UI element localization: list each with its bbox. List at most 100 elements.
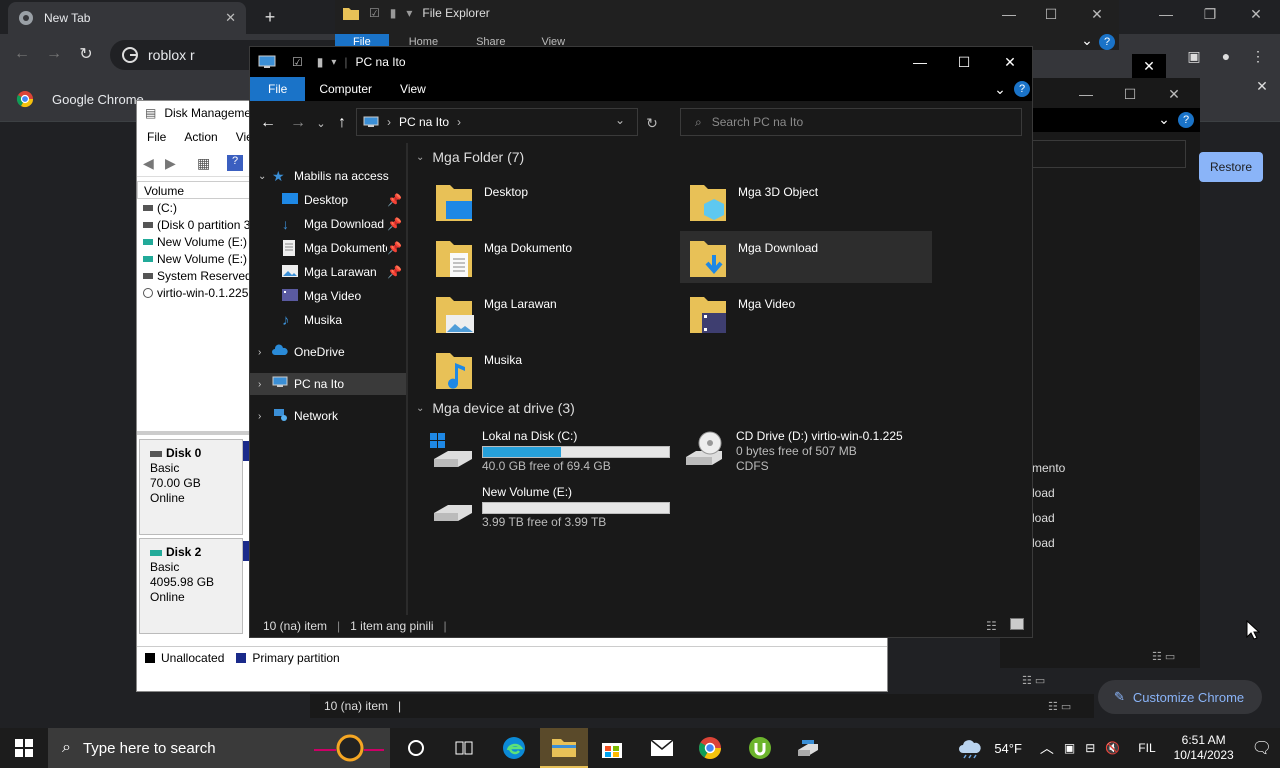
- cortana-icon[interactable]: [392, 728, 440, 768]
- menu-file[interactable]: File: [137, 127, 174, 149]
- folder-downloads[interactable]: Mga Download: [680, 231, 932, 283]
- chevron-right-icon[interactable]: ›: [258, 379, 272, 390]
- minimize-icon[interactable]: —: [1076, 84, 1096, 104]
- pin-icon[interactable]: 📌: [387, 265, 406, 279]
- nav-documents[interactable]: Mga Dokumento 📌: [250, 237, 406, 259]
- file-explorer-taskbar-icon[interactable]: [540, 728, 588, 768]
- menu-icon[interactable]: ⋮: [1248, 46, 1268, 66]
- nav-quick-access[interactable]: ⌄ ★ Mabilis na access: [250, 165, 406, 187]
- disk-2-info[interactable]: Disk 2 Basic 4095.98 GB Online: [139, 538, 243, 634]
- chevron-down-icon[interactable]: ⌄: [258, 171, 272, 182]
- nav-pictures[interactable]: Mga Larawan 📌: [250, 261, 406, 283]
- help-icon[interactable]: ?: [1099, 34, 1115, 50]
- forward-icon[interactable]: ▶: [165, 155, 176, 172]
- notifications-icon[interactable]: 🗨: [1252, 738, 1272, 758]
- utorrent-icon[interactable]: [736, 728, 784, 768]
- language-indicator[interactable]: FIL: [1138, 741, 1155, 755]
- nav-music[interactable]: ♪ Musika: [250, 309, 406, 331]
- list-item[interactable]: mento: [1032, 456, 1065, 481]
- pin-icon[interactable]: 📌: [387, 241, 406, 255]
- reload-icon[interactable]: ↻: [76, 44, 96, 64]
- close-icon[interactable]: ✕: [1087, 4, 1107, 24]
- nav-this-pc[interactable]: › PC na Ito: [250, 373, 406, 395]
- tab-computer[interactable]: Computer: [305, 77, 386, 101]
- tab-file[interactable]: File: [250, 77, 306, 101]
- drive-d[interactable]: CD Drive (D:) virtio-win-0.1.225 0 bytes…: [684, 429, 984, 481]
- minimize-icon[interactable]: —: [999, 4, 1019, 24]
- start-button[interactable]: [0, 728, 48, 768]
- help-icon[interactable]: ?: [1014, 81, 1030, 97]
- refresh-icon[interactable]: ↻: [642, 113, 662, 133]
- chevron-down-icon[interactable]: ⌄: [1156, 111, 1172, 127]
- close-icon[interactable]: ✕: [225, 10, 236, 26]
- weather-temp[interactable]: 54°F: [994, 741, 1022, 756]
- drive-c[interactable]: Lokal na Disk (C:) 40.0 GB free of 69.4 …: [430, 429, 680, 481]
- chevron-down-icon[interactable]: ⌄: [615, 113, 625, 127]
- mail-icon[interactable]: [638, 728, 686, 768]
- help-icon[interactable]: ?: [1178, 112, 1194, 128]
- back-icon[interactable]: ◀: [143, 155, 154, 172]
- tab-view[interactable]: View: [386, 77, 440, 101]
- help-icon[interactable]: ?: [227, 155, 243, 171]
- details-view-icon[interactable]: ☷: [986, 619, 997, 633]
- chevron-down-icon[interactable]: ⌄: [992, 81, 1008, 97]
- pin-icon[interactable]: 📌: [387, 193, 406, 207]
- network-icon[interactable]: ⊟: [1085, 741, 1095, 755]
- chevron-down-icon[interactable]: ⌄: [416, 152, 424, 163]
- close-icon[interactable]: ✕: [1000, 51, 1020, 73]
- maximize-icon[interactable]: ☐: [1120, 84, 1140, 104]
- list-item[interactable]: load: [1032, 506, 1065, 531]
- minimize-icon[interactable]: —: [910, 51, 930, 73]
- folders-group-header[interactable]: ⌄ Mga Folder (7): [416, 149, 524, 165]
- restore-button[interactable]: Restore: [1199, 152, 1263, 182]
- weather-icon[interactable]: [958, 737, 984, 759]
- edge-icon[interactable]: [490, 728, 538, 768]
- menu-action[interactable]: Action: [174, 127, 225, 149]
- chevron-right-icon[interactable]: ›: [258, 347, 272, 358]
- nav-desktop[interactable]: Desktop 📌: [250, 189, 406, 211]
- close-icon[interactable]: ✕: [1164, 84, 1184, 104]
- forward-icon[interactable]: →: [288, 113, 308, 133]
- list-item[interactable]: load: [1032, 481, 1065, 506]
- task-view-icon[interactable]: [440, 728, 488, 768]
- up-icon[interactable]: ↑: [332, 113, 352, 133]
- maximize-icon[interactable]: ☐: [1041, 4, 1061, 24]
- profile-icon[interactable]: ●: [1216, 46, 1236, 66]
- folder-pictures[interactable]: Mga Larawan: [430, 291, 678, 343]
- chevron-right-icon[interactable]: ›: [258, 411, 272, 422]
- breadcrumb[interactable]: PC na Ito: [399, 115, 449, 129]
- chrome-taskbar-icon[interactable]: [686, 728, 734, 768]
- back-icon[interactable]: ←: [12, 44, 32, 64]
- nav-videos[interactable]: Mga Video: [250, 285, 406, 307]
- back-icon[interactable]: ←: [258, 113, 278, 133]
- forward-icon[interactable]: →: [44, 44, 64, 64]
- devices-group-header[interactable]: ⌄ Mga device at drive (3): [416, 400, 575, 416]
- nav-downloads[interactable]: ↓ Mga Download 📌: [250, 213, 406, 235]
- pin-icon[interactable]: 📌: [387, 217, 406, 231]
- volume-muted-icon[interactable]: 🔇: [1105, 741, 1120, 755]
- checkbox-icon[interactable]: ☑: [292, 55, 303, 69]
- document-icon[interactable]: ▮: [317, 55, 324, 69]
- bookmark-item[interactable]: Google Chrome: [16, 90, 144, 108]
- maximize-icon[interactable]: ☐: [954, 51, 974, 73]
- minimize-icon[interactable]: —: [1154, 4, 1178, 24]
- properties-icon[interactable]: ▦: [197, 155, 210, 172]
- folder-videos[interactable]: Mga Video: [684, 291, 932, 343]
- restore-icon[interactable]: ❐: [1198, 4, 1222, 24]
- details-view-icon[interactable]: ☷ ▭: [1152, 650, 1175, 663]
- taskbar-search-input[interactable]: ⌕ Type here to search: [48, 728, 390, 768]
- large-icons-view-icon[interactable]: [1010, 618, 1024, 630]
- folder-3d-objects[interactable]: Mga 3D Object: [684, 179, 932, 231]
- recent-locations-icon[interactable]: ⌄: [314, 113, 328, 133]
- folder-music[interactable]: Musika: [430, 347, 678, 399]
- close-icon[interactable]: ✕: [1252, 76, 1272, 96]
- list-item[interactable]: load: [1032, 531, 1065, 556]
- chrome-tab[interactable]: New Tab ✕: [8, 2, 246, 34]
- new-tab-button[interactable]: +: [258, 6, 282, 28]
- details-view-icon[interactable]: ☷ ▭: [1048, 700, 1071, 713]
- sidebar-icon[interactable]: ▣: [1184, 46, 1204, 66]
- nav-network[interactable]: › Network: [250, 405, 406, 427]
- chevron-up-icon[interactable]: ︿: [1040, 738, 1054, 758]
- close-icon[interactable]: ✕: [1132, 54, 1166, 78]
- address-bar[interactable]: › PC na Ito › ⌄: [356, 108, 638, 136]
